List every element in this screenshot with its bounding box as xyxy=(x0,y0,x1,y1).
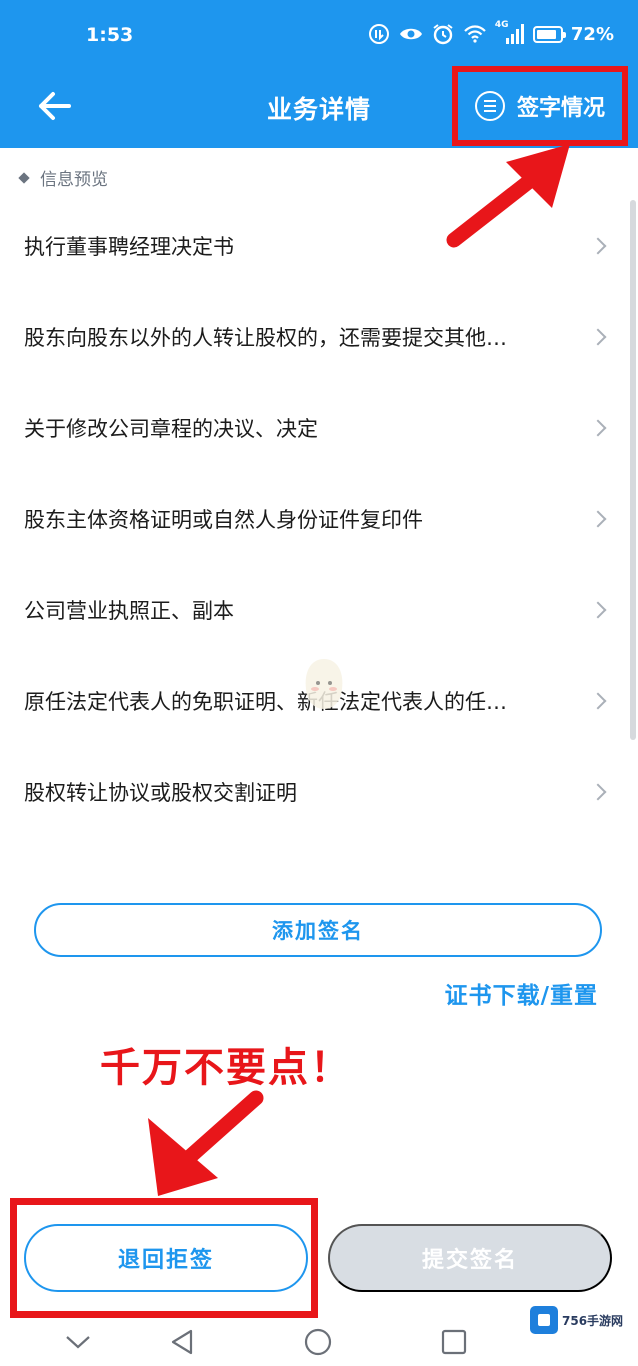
list-menu-icon xyxy=(474,91,505,121)
app-header: 1:53 4G 72% 业务详情 签字情况 xyxy=(0,0,638,148)
nav-collapse-button[interactable] xyxy=(62,1326,94,1358)
status-icons: 4G 72% xyxy=(367,20,614,46)
chevron-right-icon xyxy=(589,510,607,527)
battery-icon xyxy=(532,25,566,43)
status-time: 1:53 xyxy=(86,24,134,46)
cellular-signal-icon: 4G xyxy=(494,20,525,46)
triangle-back-icon xyxy=(171,1329,193,1355)
arrow-left-icon xyxy=(39,92,71,120)
site-watermark: 756手游网 xyxy=(530,1306,623,1334)
annotation-warning: 千万不要点！ xyxy=(100,1045,352,1091)
battery-percent: 72% xyxy=(570,23,614,45)
network-type: 4G xyxy=(494,20,509,30)
document-label: 股东主体资格证明或自然人身份证件复印件 xyxy=(24,507,423,532)
back-button[interactable] xyxy=(30,82,78,130)
scrollbar[interactable] xyxy=(630,200,636,740)
chevron-right-icon xyxy=(589,237,607,254)
add-signature-button[interactable]: 添加签名 xyxy=(34,903,602,957)
nav-recents-button[interactable] xyxy=(438,1326,470,1358)
section-title: 信息预览 xyxy=(40,170,108,190)
nav-bar: 业务详情 签字情况 xyxy=(0,64,638,148)
chevron-right-icon xyxy=(589,328,607,345)
chevron-right-icon xyxy=(589,419,607,436)
chevron-down-icon xyxy=(66,1336,90,1349)
eye-icon xyxy=(399,22,423,46)
diamond-icon xyxy=(18,171,30,184)
vpn-icon xyxy=(367,22,391,46)
list-item[interactable]: 关于修改公司章程的决议、决定 xyxy=(0,382,628,473)
list-item[interactable]: 股东向股东以外的人转让股权的，还需要提交其他… xyxy=(0,291,628,382)
chevron-right-icon xyxy=(589,783,607,800)
square-recents-icon xyxy=(441,1329,467,1355)
list-item[interactable]: 公司营业执照正、副本 xyxy=(0,564,628,655)
sign-status-label: 签字情况 xyxy=(516,96,605,121)
watermark-brand: 756手游网 xyxy=(562,1313,624,1328)
alarm-icon xyxy=(431,22,455,46)
circle-home-icon xyxy=(304,1328,332,1356)
reject-button[interactable]: 退回拒签 xyxy=(24,1224,308,1292)
mascot-watermark-icon xyxy=(305,659,343,709)
status-bar: 1:53 4G 72% xyxy=(0,0,638,72)
document-label: 股东向股东以外的人转让股权的，还需要提交其他… xyxy=(24,325,507,350)
site-logo-icon xyxy=(530,1306,558,1334)
wifi-icon xyxy=(463,22,487,46)
list-item[interactable]: 执行董事聘经理决定书 xyxy=(0,200,628,291)
document-label: 原任法定代表人的免职证明、新任法定代表人的任… xyxy=(24,689,507,714)
chevron-right-icon xyxy=(589,601,607,618)
submit-signature-button[interactable]: 提交签名 xyxy=(328,1224,612,1292)
document-label: 股权转让协议或股权交割证明 xyxy=(24,780,297,805)
document-list: 执行董事聘经理决定书 股东向股东以外的人转让股权的，还需要提交其他… 关于修改公… xyxy=(0,200,628,837)
document-label: 执行董事聘经理决定书 xyxy=(24,234,234,259)
cert-download-reset-link[interactable]: 证书下载/重置 xyxy=(445,976,598,1010)
nav-back-button[interactable] xyxy=(166,1326,198,1358)
sign-status-button[interactable]: 签字情况 xyxy=(452,66,628,146)
chevron-right-icon xyxy=(589,692,607,709)
list-item[interactable]: 股权转让协议或股权交割证明 xyxy=(0,746,628,837)
section-header: 信息预览 xyxy=(18,165,108,190)
list-item[interactable]: 股东主体资格证明或自然人身份证件复印件 xyxy=(0,473,628,564)
document-label: 公司营业执照正、副本 xyxy=(24,598,234,623)
nav-home-button[interactable] xyxy=(302,1326,334,1358)
annotation-arrow-bottom xyxy=(148,1090,264,1196)
document-label: 关于修改公司章程的决议、决定 xyxy=(24,416,318,441)
